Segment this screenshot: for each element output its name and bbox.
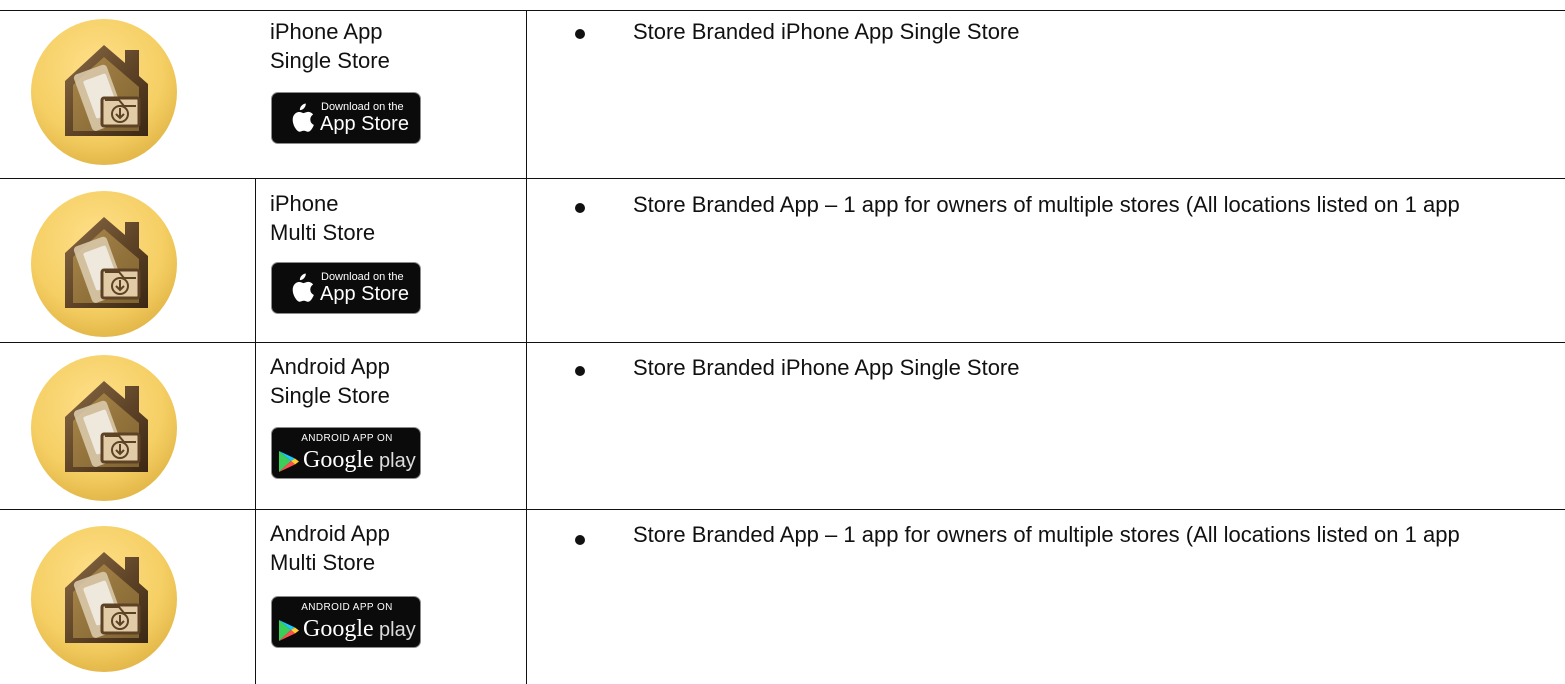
google-play-word-label: play xyxy=(379,619,416,641)
google-play-download-button[interactable]: ANDROID APP ON Google play xyxy=(271,427,421,479)
app-store-download-button[interactable]: Download on the App Store xyxy=(271,262,421,314)
app-options-table: iPhone App Single Store Download on the … xyxy=(0,0,1565,684)
house-phone-download-icon xyxy=(30,354,178,502)
house-phone-download-icon xyxy=(30,18,178,166)
app-store-large-label: App Store xyxy=(320,283,409,305)
app-title-line-1: iPhone xyxy=(270,191,339,216)
app-title-line-1: Android App xyxy=(270,354,390,379)
app-title: iPhone Multi Store xyxy=(270,189,375,247)
google-play-icon xyxy=(279,451,299,472)
app-store-small-label: Download on the xyxy=(321,101,404,113)
apple-icon xyxy=(292,103,314,132)
google-play-small-label: ANDROID APP ON xyxy=(301,433,393,444)
app-title-line-1: Android App xyxy=(270,521,390,546)
google-play-small-label: ANDROID APP ON xyxy=(301,602,393,613)
table-row: Android App Multi Store ANDROID APP ON G… xyxy=(0,509,1565,684)
app-title-line-2: Multi Store xyxy=(270,220,376,245)
app-title-line-2: Single Store xyxy=(270,48,390,73)
bullet-icon xyxy=(575,29,585,39)
app-description: Store Branded iPhone App Single Store xyxy=(633,19,1020,44)
apple-icon xyxy=(292,273,314,302)
app-title-line-1: iPhone App xyxy=(270,19,383,44)
house-phone-download-icon xyxy=(30,190,178,338)
app-title-line-2: Multi Store xyxy=(270,550,376,575)
app-description: Store Branded App – 1 app for owners of … xyxy=(633,192,1460,217)
bullet-icon xyxy=(575,366,585,376)
table-row: iPhone App Single Store Download on the … xyxy=(0,0,1565,179)
google-play-brand-label: Google xyxy=(303,447,374,473)
google-play-brand-label: Google xyxy=(303,616,374,642)
app-title: Android App Single Store xyxy=(270,352,390,410)
app-store-small-label: Download on the xyxy=(321,271,404,283)
app-store-download-button[interactable]: Download on the App Store xyxy=(271,92,421,144)
app-description: Store Branded App – 1 app for owners of … xyxy=(633,522,1460,547)
app-title-line-2: Single Store xyxy=(270,383,390,408)
google-play-word-label: play xyxy=(379,450,416,472)
house-phone-download-icon xyxy=(30,525,178,673)
bullet-icon xyxy=(575,535,585,545)
google-play-download-button[interactable]: ANDROID APP ON Google play xyxy=(271,596,421,648)
table-row: iPhone Multi Store Download on the App S… xyxy=(0,178,1565,343)
app-title: Android App Multi Store xyxy=(270,519,390,577)
bullet-icon xyxy=(575,203,585,213)
table-row: Android App Single Store ANDROID APP ON … xyxy=(0,342,1565,510)
app-title: iPhone App Single Store xyxy=(270,17,390,75)
google-play-icon xyxy=(279,620,299,641)
app-store-large-label: App Store xyxy=(320,113,409,135)
app-description: Store Branded iPhone App Single Store xyxy=(633,355,1020,380)
